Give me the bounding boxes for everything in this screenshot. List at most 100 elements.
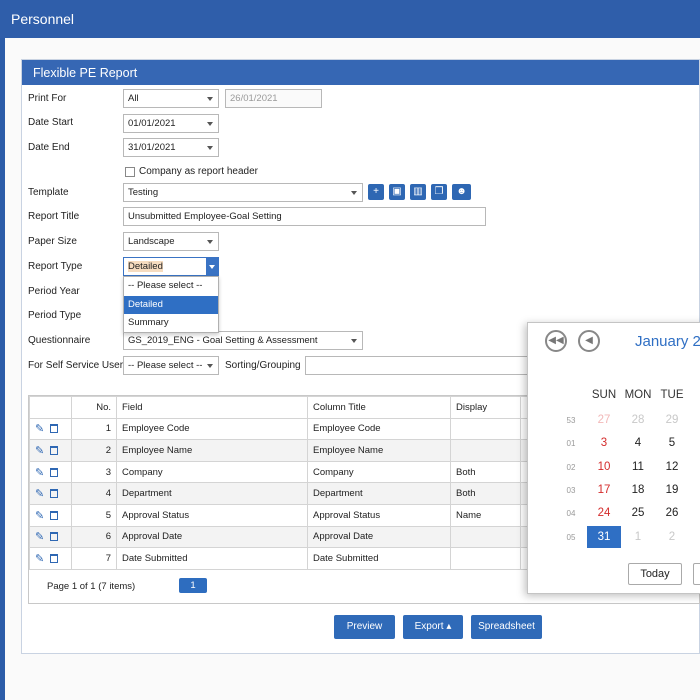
template-select[interactable]: Testing bbox=[123, 183, 363, 202]
grid-header-no[interactable]: No. bbox=[71, 396, 117, 419]
prev-year-icon[interactable]: ◀◀ bbox=[545, 330, 567, 352]
calendar-day[interactable]: 25 bbox=[621, 502, 655, 524]
export-button[interactable]: Export ▴ bbox=[403, 615, 463, 639]
dropdown-option[interactable]: -- Please select -- bbox=[124, 277, 218, 296]
self-service-select[interactable]: -- Please select -- bbox=[123, 356, 219, 375]
chevron-down-icon[interactable] bbox=[206, 258, 218, 275]
delete-icon[interactable]: ▥ bbox=[410, 184, 426, 200]
grid-header-display[interactable]: Display bbox=[450, 396, 521, 419]
cell-column-title: Company bbox=[307, 460, 451, 484]
cell-field: Employee Code bbox=[116, 417, 308, 441]
trash-icon[interactable] bbox=[50, 510, 59, 520]
cell-display bbox=[450, 547, 521, 570]
trash-icon[interactable] bbox=[50, 489, 59, 499]
week-number: 02 bbox=[566, 462, 576, 472]
calendar-day[interactable]: 5 bbox=[655, 432, 689, 454]
trash-icon[interactable] bbox=[50, 424, 59, 434]
company-header-checkbox[interactable] bbox=[125, 167, 135, 177]
cell-no: 5 bbox=[71, 503, 117, 527]
edit-icon[interactable]: ✎ bbox=[35, 553, 44, 565]
cell-no: 2 bbox=[71, 439, 117, 462]
weekday-header: SUN bbox=[591, 389, 617, 401]
dropdown-option[interactable]: Summary bbox=[124, 314, 218, 333]
save-icon[interactable]: ▣ bbox=[389, 184, 405, 200]
week-number: 04 bbox=[566, 509, 576, 519]
calendar-month-title[interactable]: January 2 bbox=[635, 333, 700, 350]
print-for-select[interactable]: All bbox=[123, 89, 219, 108]
calendar-day[interactable]: 11 bbox=[621, 456, 655, 478]
report-type-dropdown: -- Please select -- Detailed Summary bbox=[123, 276, 219, 333]
preview-button[interactable]: Preview bbox=[334, 615, 395, 639]
calendar-day[interactable]: 1 bbox=[689, 456, 700, 478]
calendar-secondary-button[interactable] bbox=[693, 563, 700, 585]
report-type-select[interactable]: Detailed bbox=[123, 257, 219, 276]
date-end-select[interactable]: 31/01/2021 bbox=[123, 138, 219, 157]
grid-header-column-title[interactable]: Column Title bbox=[307, 396, 451, 419]
date-start-select[interactable]: 01/01/2021 bbox=[123, 114, 219, 133]
calendar-day[interactable]: 4 bbox=[621, 432, 655, 454]
edit-icon[interactable]: ✎ bbox=[35, 423, 44, 435]
weekday-header: TUE bbox=[660, 389, 684, 401]
calendar-day[interactable]: 18 bbox=[621, 479, 655, 501]
edit-icon[interactable]: ✎ bbox=[35, 510, 44, 522]
cell-field: Department bbox=[116, 482, 308, 505]
calendar-day[interactable]: 28 bbox=[621, 409, 655, 431]
print-for-date-field[interactable]: 26/01/2021 bbox=[225, 89, 322, 108]
prev-month-icon[interactable]: ◀ bbox=[578, 330, 600, 352]
date-end-label: Date End bbox=[28, 142, 70, 153]
row-actions: ✎ bbox=[29, 439, 72, 462]
copy-icon[interactable]: ❐ bbox=[431, 184, 447, 200]
cell-no: 3 bbox=[71, 460, 117, 484]
spreadsheet-button[interactable]: Spreadsheet bbox=[471, 615, 542, 639]
cell-display bbox=[450, 525, 521, 549]
trash-icon[interactable] bbox=[50, 532, 59, 542]
dropdown-option-selected[interactable]: Detailed bbox=[124, 295, 218, 314]
add-user-icon[interactable]: ☻ bbox=[452, 184, 471, 200]
calendar-day[interactable]: 10 bbox=[587, 456, 621, 478]
calendar-day[interactable]: 31 bbox=[587, 525, 621, 548]
report-title-input[interactable]: Unsubmitted Employee-Goal Setting bbox=[123, 207, 486, 226]
calendar-day[interactable]: 12 bbox=[655, 456, 689, 478]
grid-header-field[interactable]: Field bbox=[116, 396, 308, 419]
cell-column-title: Department bbox=[307, 482, 451, 505]
calendar-day[interactable]: 2 bbox=[689, 479, 700, 501]
calendar-day[interactable]: 17 bbox=[587, 479, 621, 501]
week-number: 05 bbox=[566, 532, 576, 542]
trash-icon[interactable] bbox=[50, 553, 59, 563]
calendar-day[interactable]: 3 bbox=[587, 432, 621, 454]
calendar-day[interactable]: 26 bbox=[655, 502, 689, 524]
calendar-day[interactable]: 1 bbox=[621, 526, 655, 548]
edit-icon[interactable]: ✎ bbox=[35, 488, 44, 500]
cell-no: 7 bbox=[71, 547, 117, 570]
edit-icon[interactable]: ✎ bbox=[35, 445, 44, 457]
grid-header-actions bbox=[29, 396, 72, 419]
app-title: Personnel bbox=[11, 11, 75, 27]
cell-display bbox=[450, 439, 521, 462]
page-button[interactable]: 1 bbox=[179, 578, 207, 593]
cell-display: Name bbox=[450, 503, 521, 527]
company-header-label: Company as report header bbox=[139, 166, 258, 177]
edit-icon[interactable]: ✎ bbox=[35, 531, 44, 543]
cell-display bbox=[450, 417, 521, 441]
calendar-day[interactable]: 29 bbox=[655, 409, 689, 431]
calendar-day[interactable]: 24 bbox=[587, 502, 621, 524]
trash-icon[interactable] bbox=[50, 467, 59, 477]
paper-size-select[interactable]: Landscape bbox=[123, 232, 219, 251]
self-service-label: For Self Service Users bbox=[28, 360, 129, 371]
calendar-day[interactable]: 2 bbox=[689, 502, 700, 524]
template-label: Template bbox=[28, 187, 69, 198]
calendar-day[interactable]: 2 bbox=[655, 526, 689, 548]
period-year-label: Period Year bbox=[28, 286, 80, 297]
edit-icon[interactable]: ✎ bbox=[35, 467, 44, 479]
trash-icon[interactable] bbox=[50, 445, 59, 455]
questionnaire-select[interactable]: GS_2019_ENG - Goal Setting & Assessment bbox=[123, 331, 363, 350]
today-button[interactable]: Today bbox=[628, 563, 682, 585]
report-title-label: Report Title bbox=[28, 211, 80, 222]
add-icon[interactable]: + bbox=[368, 184, 384, 200]
cell-no: 4 bbox=[71, 482, 117, 505]
cell-field: Approval Date bbox=[116, 525, 308, 549]
calendar-day[interactable]: 3 bbox=[689, 409, 700, 431]
calendar-day[interactable]: 27 bbox=[587, 409, 621, 431]
calendar-day[interactable]: 19 bbox=[655, 479, 689, 501]
date-start-label: Date Start bbox=[28, 117, 74, 128]
